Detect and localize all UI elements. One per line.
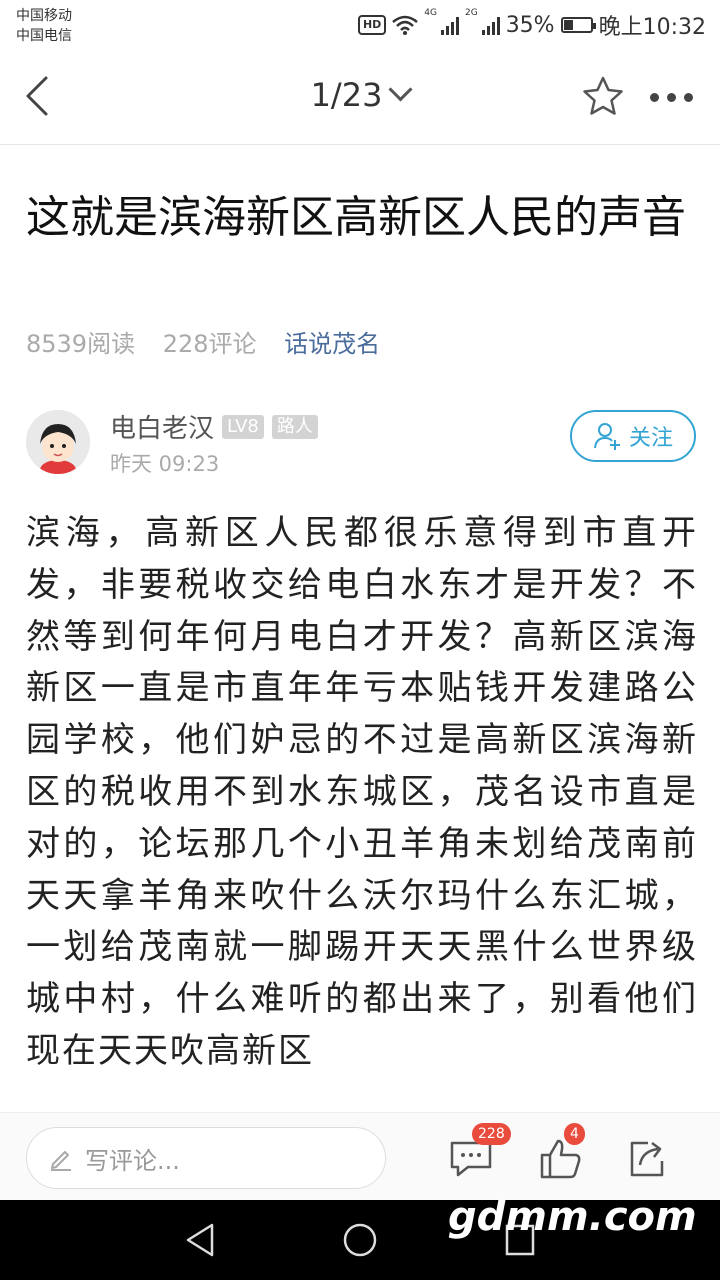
clock: 晚上10:32 (598, 15, 706, 40)
read-count: 8539阅读 (26, 330, 136, 358)
follow-button[interactable]: 关注 (570, 410, 696, 462)
watermark: gdmm.com (448, 1194, 697, 1240)
like-button[interactable]: 4 (538, 1123, 585, 1181)
nav-home-icon[interactable] (342, 1222, 378, 1258)
status-bar: 中国移动 中国电信 HD 4G 2G 35% 晚上10:32 (0, 0, 720, 50)
article-body: 滨海，高新区人民都很乐意得到市直开发，非要税收交给电白水东才是开发？不然等到何年… (26, 508, 698, 1112)
post-time: 昨天 09:23 (110, 452, 220, 476)
article-meta: 8539阅读 228评论 话说茂名 (26, 324, 400, 359)
battery-icon (560, 17, 596, 33)
chevron-down-icon (388, 77, 413, 102)
more-options-icon[interactable] (650, 86, 700, 108)
status-icons: HD 4G 2G 35% 晚上10:32 (357, 8, 706, 42)
comment-input[interactable]: 写评论... (26, 1127, 386, 1189)
signal-1-icon (440, 15, 459, 35)
signal-2-icon (481, 15, 500, 35)
battery-percent: 35% (505, 12, 555, 38)
author-name-line: 电白老汉 LV8 路人 (110, 408, 318, 445)
like-count-badge: 4 (564, 1123, 585, 1145)
avatar-cartoon-icon (26, 410, 90, 474)
share-button[interactable] (626, 1135, 672, 1181)
add-user-icon (593, 423, 620, 450)
comment-placeholder: 写评论... (85, 1146, 180, 1175)
wifi-icon (392, 15, 419, 35)
bottom-action-bar: 写评论... 228 4 (0, 1112, 720, 1201)
carrier-2: 中国电信 (16, 28, 72, 44)
follow-label: 关注 (628, 426, 673, 451)
share-icon (630, 1141, 664, 1177)
comments-button[interactable]: 228 (448, 1123, 511, 1181)
article-title: 这就是滨海新区高新区人民的声音 (26, 192, 686, 243)
level-badge: LV8 (222, 414, 264, 439)
author-row: 电白老汉 LV8 路人 昨天 09:23 关注 (26, 408, 696, 478)
favorite-star-icon[interactable] (580, 74, 626, 120)
carrier-info: 中国移动 中国电信 (16, 6, 72, 46)
page-indicator-text: 1/23 (310, 76, 383, 114)
comment-count-badge: 228 (472, 1123, 511, 1145)
network-4g-label: 4G (424, 8, 437, 18)
pencil-icon (51, 1151, 71, 1171)
author-name[interactable]: 电白老汉 (110, 408, 214, 445)
comment-count: 228评论 (162, 330, 257, 358)
nav-back-icon[interactable] (184, 1222, 216, 1258)
avatar[interactable] (26, 410, 90, 474)
top-nav: 1/23 (0, 50, 720, 145)
hd-icon: HD (357, 15, 387, 35)
role-badge: 路人 (271, 414, 318, 439)
carrier-1: 中国移动 (16, 8, 72, 24)
forum-link[interactable]: 话说茂名 (284, 330, 380, 358)
network-2g-label: 2G (464, 8, 478, 18)
article-body-text: 滨海，高新区人民都很乐意得到市直开发，非要税收交给电白水东才是开发？不然等到何年… (26, 513, 698, 1071)
